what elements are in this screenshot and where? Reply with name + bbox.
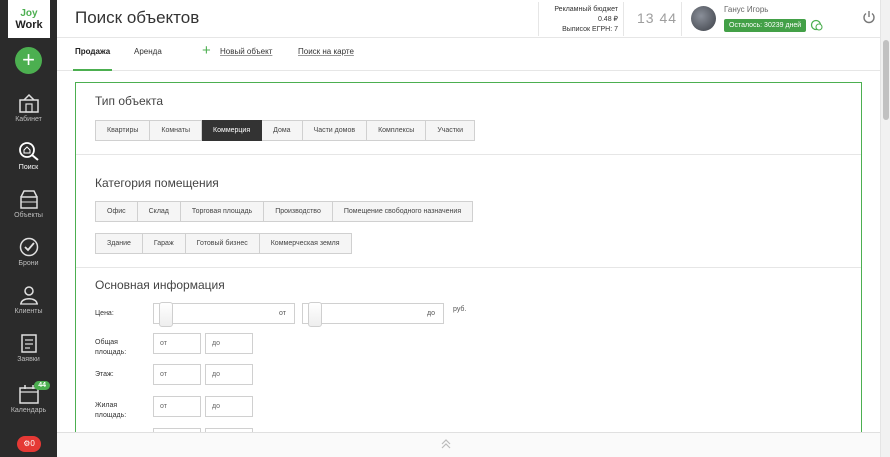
- object-type-title: Тип объекта: [95, 94, 164, 108]
- sidebar-item-label: Календарь: [10, 407, 47, 414]
- requests-icon: [20, 334, 37, 353]
- divider: [76, 154, 861, 155]
- sidebar: Joy Work + Кабинет Поиск Объекты Брони К…: [0, 0, 57, 457]
- notifications-badge[interactable]: ⚙0: [17, 436, 41, 452]
- budget-box[interactable]: Рекламный бюджет 0.48 ₽ Выписок ЕГРН: 7: [538, 2, 624, 36]
- price-to-label: до: [427, 310, 435, 317]
- object-type-option[interactable]: Дома: [262, 120, 303, 141]
- budget-value: 0.48 ₽: [597, 16, 618, 23]
- objects-icon: [19, 190, 38, 209]
- sidebar-item-label: Брони: [18, 260, 39, 267]
- chevron-up-icon[interactable]: [440, 438, 452, 450]
- object-type-group: Квартиры Комнаты Коммерция Дома Части до…: [95, 120, 475, 141]
- object-type-option[interactable]: Коммерция: [202, 120, 263, 141]
- egrn-count: Выписок ЕГРН: 7: [562, 26, 618, 33]
- sidebar-item-bookings[interactable]: Брони: [0, 237, 57, 283]
- cabinet-icon: [18, 93, 39, 113]
- add-button[interactable]: +: [15, 47, 42, 74]
- chat-icon[interactable]: [810, 19, 823, 32]
- joywork-logo[interactable]: Joy Work: [8, 0, 50, 38]
- sidebar-item-label: Клиенты: [14, 308, 43, 315]
- bottom-bar: [57, 432, 880, 457]
- sidebar-item-clients[interactable]: Клиенты: [0, 285, 57, 331]
- total-area-to-input[interactable]: до: [205, 333, 253, 354]
- logo-line2: Work: [15, 18, 43, 31]
- sidebar-item-label: Кабинет: [15, 116, 42, 123]
- new-object-link[interactable]: Новый объект: [220, 47, 272, 56]
- price-from-label: от: [279, 310, 286, 317]
- sidebar-item-label: Объекты: [14, 212, 43, 219]
- price-label: Цена:: [95, 310, 114, 317]
- top-header: Поиск объектов Рекламный бюджет 0.48 ₽ В…: [57, 0, 880, 38]
- sidebar-item-cabinet[interactable]: Кабинет: [0, 93, 57, 139]
- object-type-option[interactable]: Части домов: [302, 120, 368, 141]
- check-circle-icon: [19, 237, 38, 257]
- category-option[interactable]: Помещение свободного назначения: [332, 201, 474, 222]
- tab-sale[interactable]: Продажа: [72, 47, 113, 71]
- page-title: Поиск объектов: [75, 8, 200, 27]
- search-icon: [18, 142, 39, 161]
- currency-label: руб.: [453, 306, 467, 313]
- avatar[interactable]: [691, 6, 716, 31]
- object-type-option[interactable]: Комплексы: [367, 120, 427, 141]
- user-box[interactable]: Ганус Игорь Осталось: 30239 дней: [681, 2, 831, 36]
- budget-label: Рекламный бюджет: [554, 6, 618, 13]
- sidebar-item-label: Заявки: [17, 356, 40, 363]
- price-to-slider[interactable]: до: [302, 302, 444, 327]
- living-area-to-input[interactable]: до: [205, 396, 253, 417]
- sidebar-item-requests[interactable]: Заявки: [0, 333, 57, 379]
- calendar-badge: 44: [34, 381, 50, 390]
- sidebar-item-calendar[interactable]: Календарь 44: [0, 381, 57, 430]
- clients-icon: [19, 286, 38, 305]
- remaining-days-badge: Осталось: 30239 дней: [724, 19, 807, 32]
- plus-icon[interactable]: +: [202, 43, 211, 58]
- total-area-label: Общая площадь:: [95, 339, 127, 356]
- logo-line1: Joy: [20, 7, 38, 19]
- total-area-from-input[interactable]: от: [153, 333, 201, 354]
- category-option[interactable]: Гараж: [142, 233, 186, 254]
- living-area-label: Жилая площадь:: [95, 402, 127, 419]
- object-type-option[interactable]: Участки: [426, 120, 475, 141]
- sidebar-item-search[interactable]: Поиск: [0, 141, 57, 187]
- category-option[interactable]: Офис: [95, 201, 138, 222]
- slider-handle[interactable]: [159, 302, 173, 327]
- object-type-option[interactable]: Комнаты: [150, 120, 203, 141]
- search-form-panel: Тип объекта Квартиры Комнаты Коммерция Д…: [75, 82, 862, 449]
- category-option[interactable]: Производство: [264, 201, 333, 222]
- category-option[interactable]: Склад: [137, 201, 181, 222]
- category-option[interactable]: Здание: [95, 233, 143, 254]
- category-option[interactable]: Торговая площадь: [180, 201, 265, 222]
- tabs-bar: Продажа Аренда + Новый объект Поиск на к…: [57, 38, 880, 71]
- user-name[interactable]: Ганус Игорь: [724, 5, 768, 14]
- sidebar-item-label: Поиск: [18, 164, 39, 171]
- scrollbar-thumb[interactable]: [883, 40, 889, 120]
- category-option[interactable]: Готовый бизнес: [185, 233, 260, 254]
- scrollbar[interactable]: [880, 0, 890, 457]
- slider-handle[interactable]: [308, 302, 322, 327]
- category-option[interactable]: Коммерческая земля: [259, 233, 352, 254]
- price-from-slider[interactable]: от: [153, 302, 295, 327]
- notifications-count: 0: [30, 439, 35, 448]
- tab-rent[interactable]: Аренда: [134, 47, 162, 56]
- sidebar-item-objects[interactable]: Объекты: [0, 189, 57, 235]
- map-search-link[interactable]: Поиск на карте: [298, 47, 354, 56]
- floor-to-input[interactable]: до: [205, 364, 253, 385]
- power-icon[interactable]: [862, 10, 876, 24]
- floor-from-input[interactable]: от: [153, 364, 201, 385]
- clock: 13 44: [637, 10, 678, 26]
- category-group-row2: Здание Гараж Готовый бизнес Коммерческая…: [95, 233, 352, 254]
- floor-label: Этаж:: [95, 371, 114, 378]
- living-area-from-input[interactable]: от: [153, 396, 201, 417]
- divider: [76, 267, 861, 268]
- category-title: Категория помещения: [95, 176, 219, 190]
- main-info-title: Основная информация: [95, 278, 225, 292]
- object-type-option[interactable]: Квартиры: [95, 120, 151, 141]
- category-group-row1: Офис Склад Торговая площадь Производство…: [95, 201, 474, 222]
